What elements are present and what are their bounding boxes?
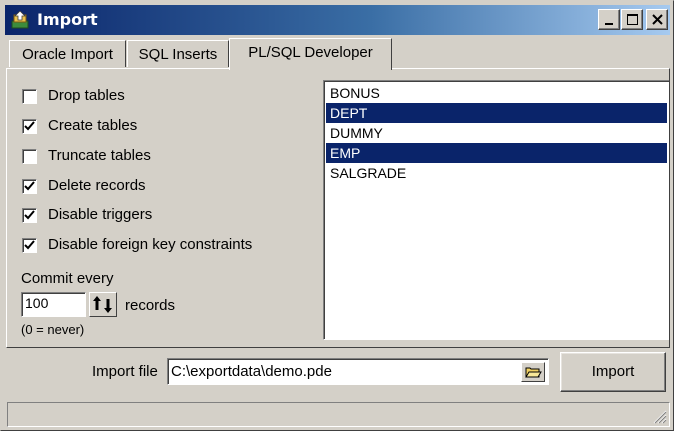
window-title: Import bbox=[37, 10, 98, 29]
tab-label: SQL Inserts bbox=[138, 46, 218, 63]
tab-plsql-developer[interactable]: PL/SQL Developer bbox=[229, 38, 392, 70]
maximize-icon bbox=[627, 14, 638, 25]
title-bar[interactable]: Import bbox=[5, 5, 670, 35]
close-icon bbox=[652, 14, 663, 25]
import-button[interactable]: Import bbox=[560, 352, 666, 392]
close-button[interactable] bbox=[646, 9, 668, 30]
browse-button[interactable] bbox=[521, 362, 545, 382]
folder-open-icon bbox=[525, 367, 542, 378]
tab-label: Oracle Import bbox=[22, 46, 113, 63]
tab-label: PL/SQL Developer bbox=[248, 44, 373, 61]
minimize-button[interactable] bbox=[598, 9, 620, 30]
import-file-input[interactable]: C:\exportdata\demo.pde bbox=[167, 358, 549, 385]
minimize-icon bbox=[605, 23, 613, 25]
tab-oracle-import[interactable]: Oracle Import bbox=[9, 40, 126, 67]
import-app-icon bbox=[11, 10, 31, 29]
import-window: Import Oracle Import SQL Inserts PL/SQL … bbox=[0, 0, 674, 431]
tab-sql-inserts[interactable]: SQL Inserts bbox=[127, 40, 229, 67]
resize-grip-icon[interactable] bbox=[651, 408, 667, 424]
import-file-label: Import file bbox=[92, 363, 158, 380]
maximize-button[interactable] bbox=[621, 9, 643, 30]
tab-panel bbox=[6, 68, 670, 348]
status-bar bbox=[7, 402, 670, 427]
